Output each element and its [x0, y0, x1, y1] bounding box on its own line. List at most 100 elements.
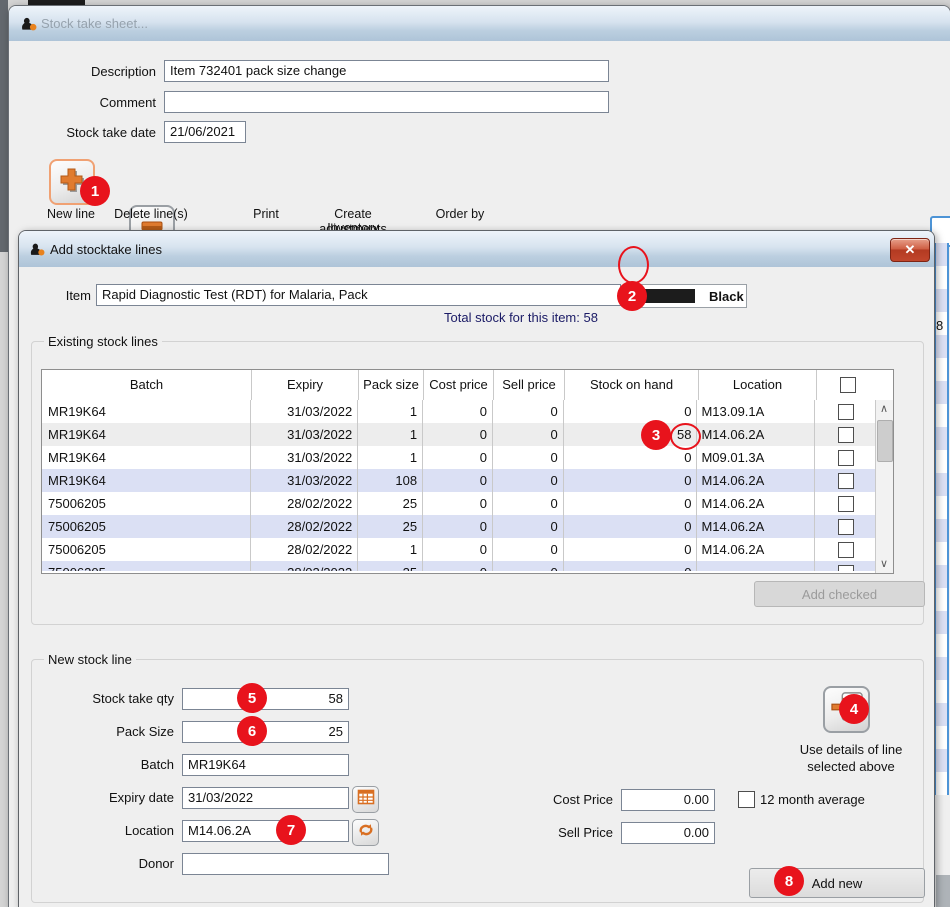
row-checkbox[interactable]	[838, 450, 854, 466]
cell-soh: 0	[564, 492, 698, 515]
location-input[interactable]: M14.06.2A	[182, 820, 349, 842]
order-by-label: Order by	[415, 207, 505, 221]
background-row-band	[936, 726, 947, 749]
cell-pack: 1	[358, 538, 423, 561]
annotation-ring-58	[670, 423, 701, 450]
annotation-badge-8: 8	[774, 866, 804, 896]
annotation-badge-3: 3	[641, 420, 671, 450]
row-checkbox[interactable]	[838, 519, 854, 535]
row-checkbox[interactable]	[838, 427, 854, 443]
header-location[interactable]: Location	[699, 370, 817, 400]
table-header-row: Batch Expiry Pack size Cost price Sell p…	[42, 370, 893, 400]
header-batch[interactable]: Batch	[42, 370, 252, 400]
cell-soh: 0	[564, 515, 698, 538]
header-stock-on-hand[interactable]: Stock on hand	[565, 370, 699, 400]
background-row-band	[936, 680, 947, 703]
background-row-band	[936, 243, 947, 266]
row-checkbox-cell	[815, 515, 876, 538]
location-refresh-button[interactable]	[352, 819, 379, 846]
cell-soh: 0	[564, 561, 698, 571]
table-row[interactable]: MR19K6431/03/20221000M09.01.3A	[42, 446, 876, 469]
table-row[interactable]: 7500620528/02/202225000M14.06.2A	[42, 515, 876, 538]
table-row[interactable]: 7500620528/02/20221000M14.06.2A	[42, 538, 876, 561]
header-expiry[interactable]: Expiry	[252, 370, 359, 400]
scroll-thumb[interactable]	[877, 420, 893, 462]
row-checkbox-cell	[815, 446, 876, 469]
table-scrollbar[interactable]: ∧ ∨	[875, 400, 893, 573]
table-row[interactable]: MR19K6431/03/20221000M13.09.1A	[42, 400, 876, 423]
window-title: Stock take sheet...	[41, 16, 148, 31]
cell-expiry: 31/03/2022	[251, 423, 358, 446]
cell-loc	[697, 561, 815, 571]
header-pack-size[interactable]: Pack size	[359, 370, 424, 400]
background-row-band	[936, 381, 947, 404]
annotation-pointer-circle-2	[618, 246, 649, 284]
use-details-label-line2: selected above	[776, 759, 926, 774]
table-row[interactable]: MR19K6431/03/202210058M14.06.2A	[42, 423, 876, 446]
cell-soh: 0	[564, 538, 698, 561]
row-checkbox[interactable]	[838, 404, 854, 420]
table-row[interactable]: 7500620528/02/202225000M14.06.2A	[42, 492, 876, 515]
cell-expiry: 31/03/2022	[251, 469, 358, 492]
expiry-date-input[interactable]: 31/03/2022	[182, 787, 349, 809]
screenshot-stage: Stock take sheet... Description Item 732…	[0, 0, 950, 907]
scroll-up-button[interactable]: ∧	[876, 400, 892, 418]
msupply-logo-icon	[19, 15, 37, 38]
background-row-band	[936, 519, 947, 542]
stock-take-sheet-titlebar[interactable]: Stock take sheet...	[9, 6, 950, 41]
existing-stock-lines-table: Batch Expiry Pack size Cost price Sell p…	[41, 369, 894, 574]
annotation-badge-4: 4	[839, 694, 869, 724]
dialog-titlebar[interactable]: Add stocktake lines ✕	[19, 231, 934, 267]
cell-sell: 0	[493, 538, 564, 561]
cell-batch: MR19K64	[42, 400, 251, 423]
row-checkbox[interactable]	[838, 473, 854, 489]
calendar-icon	[357, 788, 375, 811]
twelve-month-average-checkbox[interactable]	[738, 791, 755, 808]
background-row-band	[936, 450, 947, 473]
close-button[interactable]: ✕	[890, 238, 930, 262]
donor-input[interactable]	[182, 853, 389, 875]
comment-label: Comment	[41, 95, 156, 110]
row-checkbox-cell	[815, 423, 876, 446]
sell-price-input[interactable]: 0.00	[621, 822, 715, 844]
header-cost-price[interactable]: Cost price	[424, 370, 494, 400]
cell-sell: 0	[493, 423, 564, 446]
background-row-band	[936, 289, 947, 312]
row-checkbox[interactable]	[838, 496, 854, 512]
background-row-band	[936, 565, 947, 588]
background-window-bottom-fragment	[936, 875, 950, 907]
row-checkbox-cell	[815, 400, 876, 423]
cell-sell: 0	[493, 561, 564, 571]
twelve-month-average-label: 12 month average	[760, 792, 865, 807]
location-label: Location	[41, 823, 174, 838]
table-row[interactable]: 7500620528/02/202225000	[42, 561, 876, 571]
scroll-down-button[interactable]: ∨	[876, 555, 892, 573]
cell-batch: MR19K64	[42, 423, 251, 446]
batch-input[interactable]: MR19K64	[182, 754, 349, 776]
cell-soh: 0	[564, 400, 698, 423]
cost-price-input[interactable]: 0.00	[621, 789, 715, 811]
header-checkbox[interactable]	[840, 377, 856, 393]
cell-expiry: 31/03/2022	[251, 446, 358, 469]
add-checked-button[interactable]: Add checked	[754, 581, 925, 607]
cell-cost: 0	[423, 446, 493, 469]
sell-price-label: Sell Price	[513, 825, 613, 840]
calendar-button[interactable]	[352, 786, 379, 813]
item-input[interactable]: Rapid Diagnostic Test (RDT) for Malaria,…	[96, 284, 621, 306]
table-row[interactable]: MR19K6431/03/2022108000M14.06.2A	[42, 469, 876, 492]
item-label: Item	[41, 288, 91, 303]
cell-sell: 0	[493, 515, 564, 538]
header-sell-price[interactable]: Sell price	[494, 370, 565, 400]
expiry-date-label: Expiry date	[41, 790, 174, 805]
cell-cost: 0	[423, 515, 493, 538]
total-stock-text: Total stock for this item: 58	[301, 310, 741, 325]
row-checkbox[interactable]	[838, 565, 854, 572]
row-checkbox[interactable]	[838, 542, 854, 558]
cell-cost: 0	[423, 469, 493, 492]
description-input[interactable]: Item 732401 pack size change	[164, 60, 609, 82]
pack-size-label: Pack Size	[41, 724, 174, 739]
comment-input[interactable]	[164, 91, 609, 113]
stock-take-date-input[interactable]: 21/06/2021	[164, 121, 246, 143]
cell-sell: 0	[493, 469, 564, 492]
use-details-label-line1: Use details of line	[776, 742, 926, 757]
